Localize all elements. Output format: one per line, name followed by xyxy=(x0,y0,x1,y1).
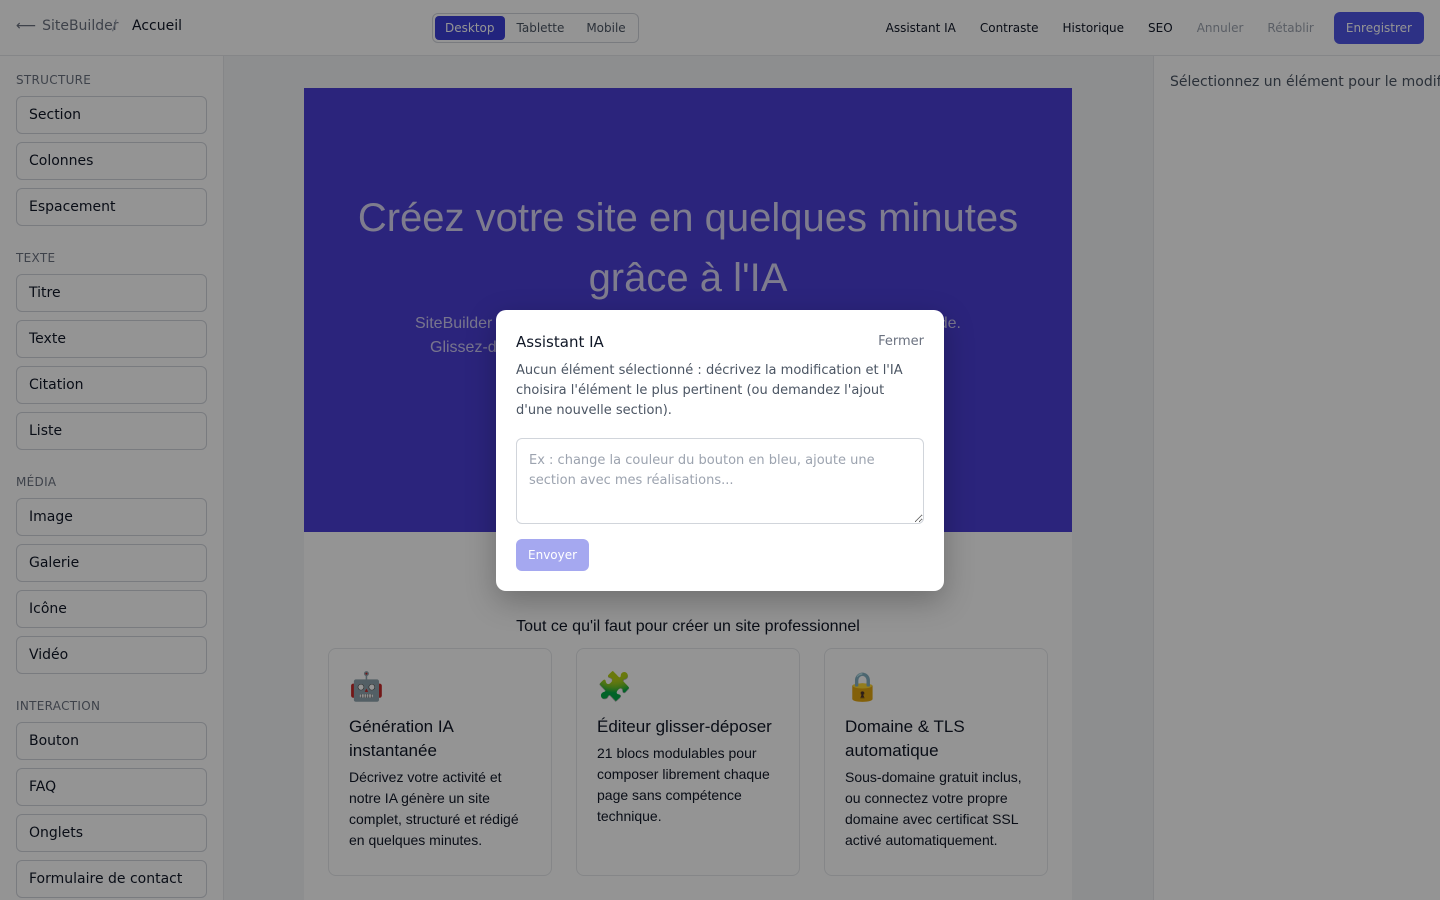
dialog-description: Aucun élément sélectionné : décrivez la … xyxy=(516,363,903,418)
dialog-title: Assistant IA xyxy=(516,333,604,351)
ai-assistant-dialog: Assistant IA Fermer Aucun élément sélect… xyxy=(496,310,944,591)
close-button[interactable]: Fermer xyxy=(878,334,924,349)
ai-prompt-input[interactable] xyxy=(516,438,924,524)
send-button[interactable]: Envoyer xyxy=(516,539,590,571)
